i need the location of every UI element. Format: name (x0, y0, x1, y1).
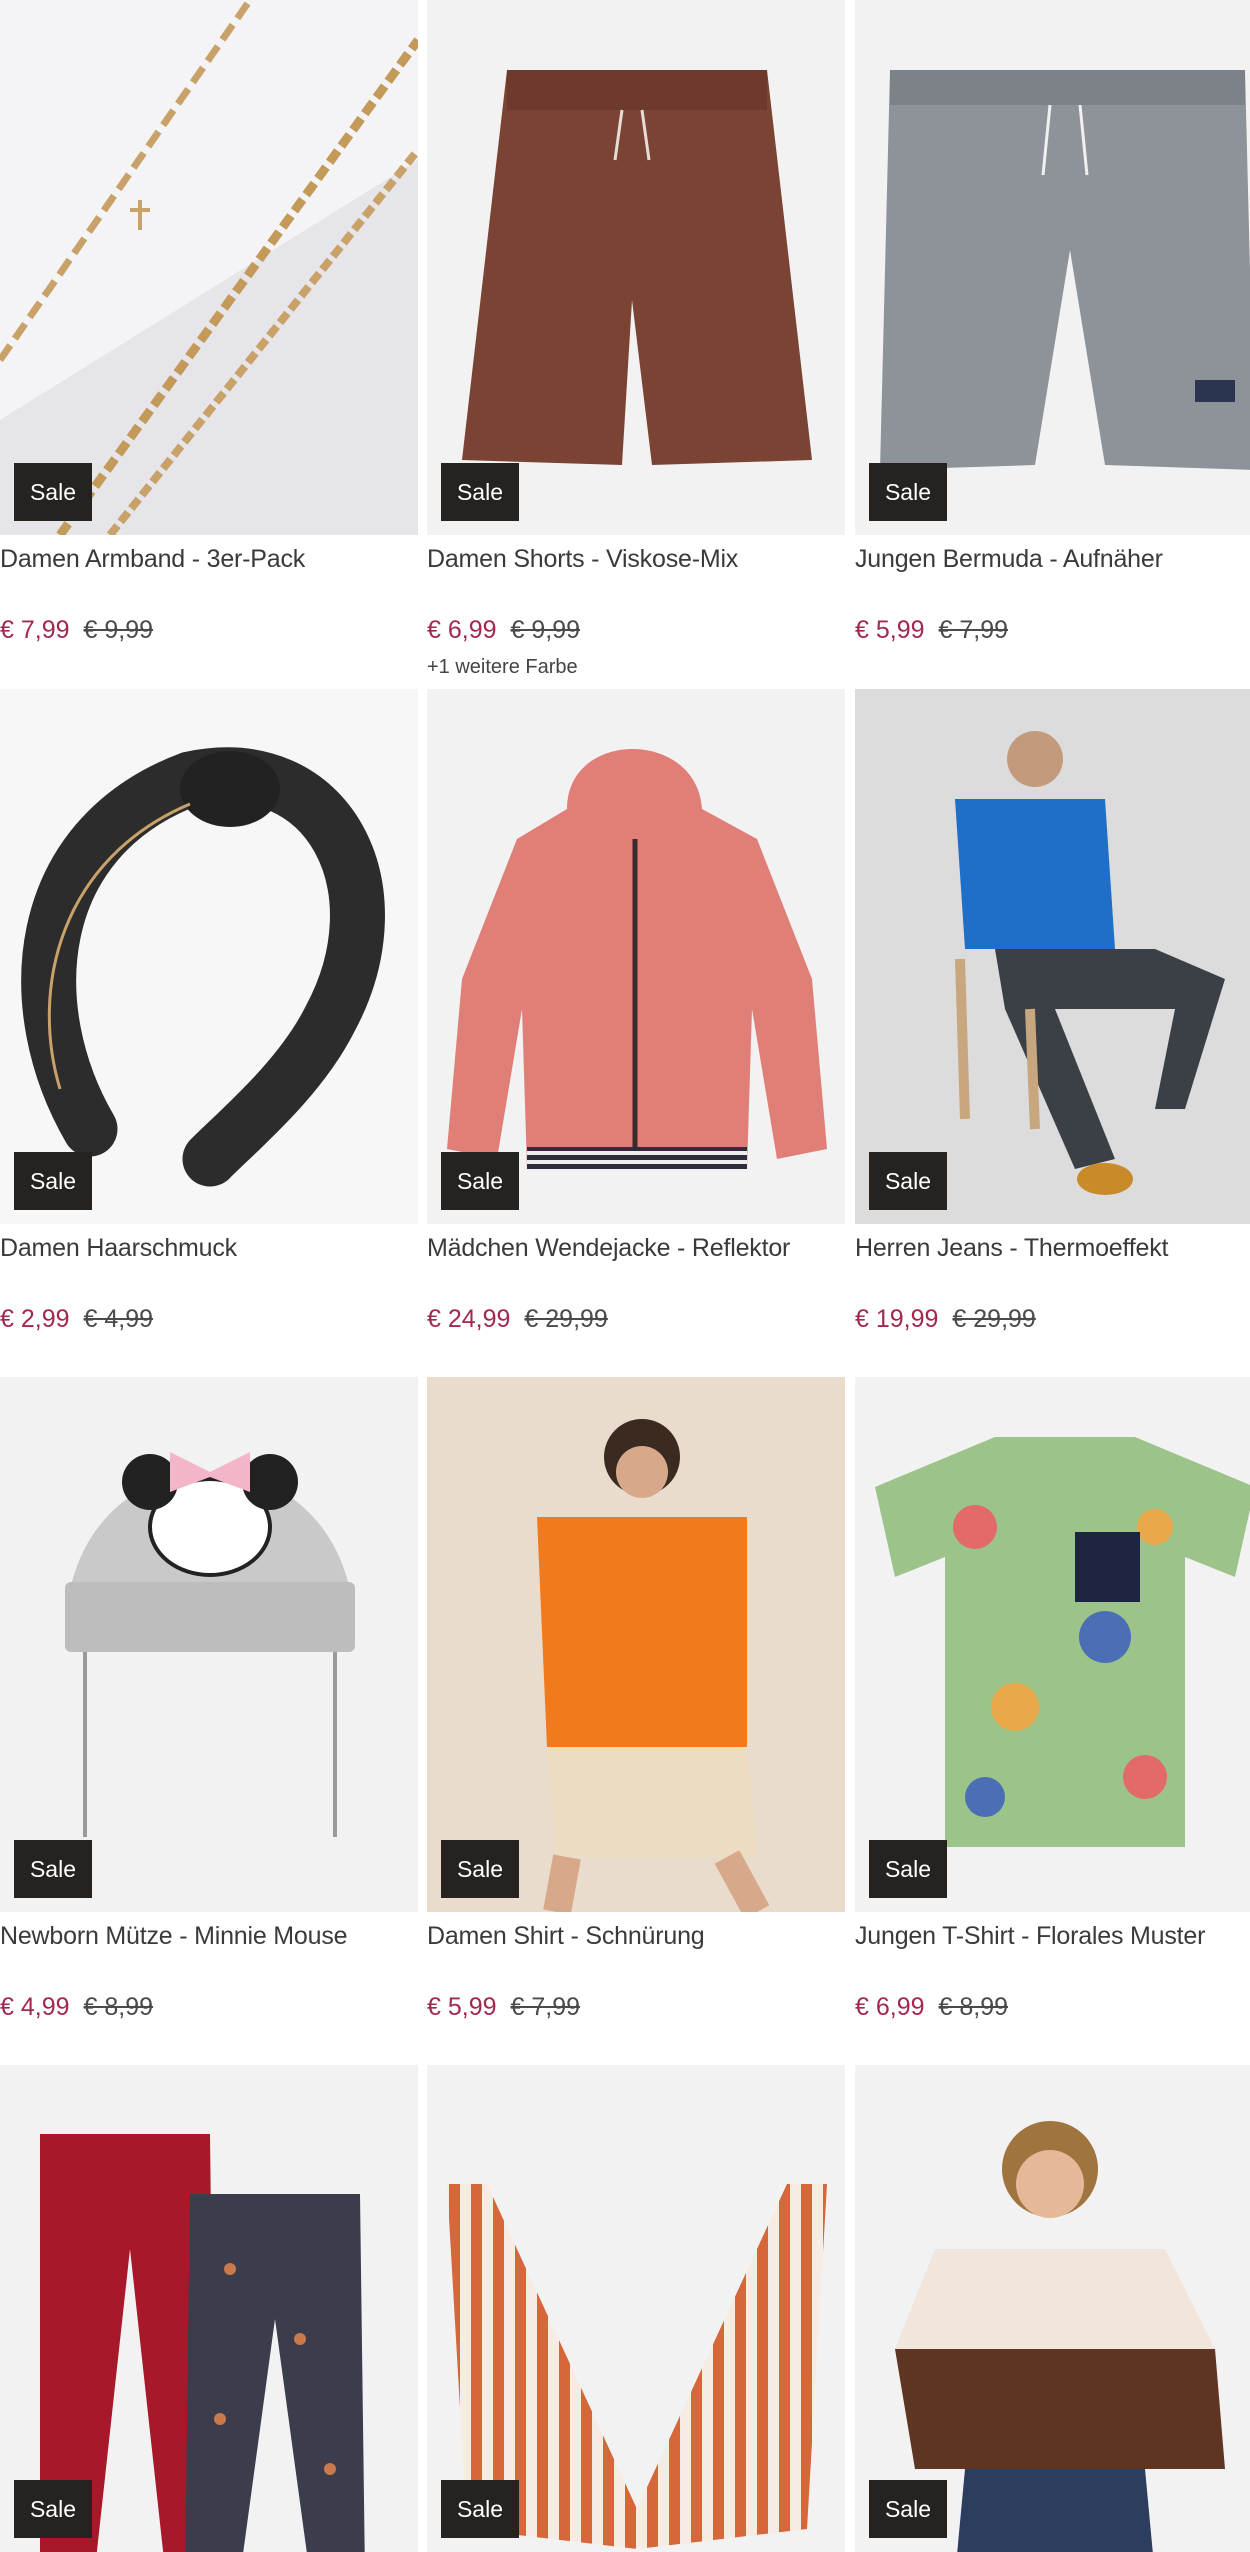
product-price: € 6,99 € 9,99 (427, 616, 580, 645)
product-price: € 6,99 € 8,99 (855, 1993, 1008, 2022)
product-image-shorts[interactable]: Sale (427, 0, 845, 535)
sale-badge: Sale (14, 1152, 92, 1210)
product-image-bermuda[interactable]: Sale (855, 0, 1250, 535)
old-price: € 8,99 (83, 1993, 154, 2021)
current-price: € 2,99 (0, 1305, 70, 1333)
product-title[interactable]: Damen Shorts - Viskose-Mix (427, 545, 738, 574)
sale-badge: Sale (869, 1840, 947, 1898)
sale-badge: Sale (869, 1152, 947, 1210)
product-image-leggings[interactable]: Sale (0, 2065, 418, 2552)
current-price: € 4,99 (0, 1993, 70, 2021)
sale-badge: Sale (441, 2480, 519, 2538)
sale-badge: Sale (869, 463, 947, 521)
old-price: € 7,99 (510, 1993, 581, 2021)
old-price: € 9,99 (83, 616, 154, 644)
current-price: € 19,99 (855, 1305, 939, 1333)
sale-badge: Sale (441, 1840, 519, 1898)
product-title[interactable]: Jungen Bermuda - Aufnäher (855, 545, 1163, 574)
product-title[interactable]: Damen Armband - 3er-Pack (0, 545, 305, 574)
product-price: € 4,99 € 8,99 (0, 1993, 153, 2022)
product-title[interactable]: Herren Jeans - Thermoeffekt (855, 1234, 1168, 1263)
product-title[interactable]: Damen Haarschmuck (0, 1234, 237, 1263)
sale-badge: Sale (14, 1840, 92, 1898)
product-image-headband[interactable]: Sale (0, 689, 418, 1224)
product-image-fleece-model[interactable]: Sale (855, 2065, 1250, 2552)
product-price: € 2,99 € 4,99 (0, 1305, 153, 1334)
product-price: € 5,99 € 7,99 (855, 616, 1008, 645)
old-price: € 7,99 (938, 616, 1009, 644)
more-colors-note[interactable]: +1 weitere Farbe (427, 656, 578, 679)
old-price: € 8,99 (938, 1993, 1009, 2021)
sale-badge: Sale (14, 463, 92, 521)
product-price: € 24,99 € 29,99 (427, 1305, 608, 1334)
product-price: € 19,99 € 29,99 (855, 1305, 1036, 1334)
old-price: € 29,99 (524, 1305, 608, 1333)
product-title[interactable]: Newborn Mütze - Minnie Mouse (0, 1922, 348, 1951)
current-price: € 5,99 (427, 1993, 497, 2021)
product-title[interactable]: Damen Shirt - Schnürung (427, 1922, 705, 1951)
sale-badge: Sale (441, 1152, 519, 1210)
product-image-beanie[interactable]: Sale (0, 1377, 418, 1912)
product-image-floral-tshirt[interactable]: Sale (855, 1377, 1250, 1912)
product-price: € 5,99 € 7,99 (427, 1993, 580, 2022)
current-price: € 6,99 (427, 616, 497, 644)
current-price: € 24,99 (427, 1305, 511, 1333)
current-price: € 7,99 (0, 616, 70, 644)
product-image-shirt-model[interactable]: Sale (427, 1377, 845, 1912)
product-title[interactable]: Jungen T-Shirt - Florales Muster (855, 1922, 1205, 1951)
product-price: € 7,99 € 9,99 (0, 616, 153, 645)
product-image-bikini-top[interactable]: Sale (427, 2065, 845, 2552)
current-price: € 5,99 (855, 616, 925, 644)
current-price: € 6,99 (855, 1993, 925, 2021)
sale-badge: Sale (441, 463, 519, 521)
old-price: € 4,99 (83, 1305, 154, 1333)
sale-badge: Sale (869, 2480, 947, 2538)
product-image-jacket[interactable]: Sale (427, 689, 845, 1224)
product-title[interactable]: Mädchen Wendejacke - Reflektor (427, 1234, 790, 1263)
old-price: € 29,99 (952, 1305, 1036, 1333)
product-image-jeans-model[interactable]: Sale (855, 689, 1250, 1224)
sale-badge: Sale (14, 2480, 92, 2538)
old-price: € 9,99 (510, 616, 581, 644)
product-image-bracelet[interactable]: Sale (0, 0, 418, 535)
